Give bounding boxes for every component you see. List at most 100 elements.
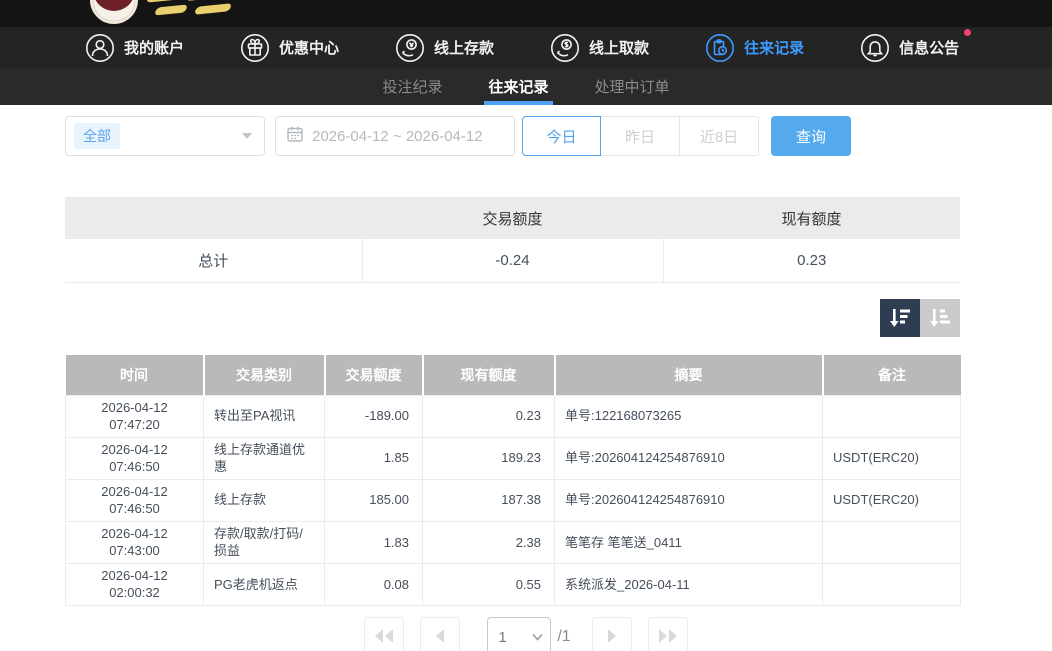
nav-item-transaction-records[interactable]: 往来记录: [705, 33, 804, 63]
cell-balance: 189.23: [423, 437, 555, 479]
site-logo[interactable]: [90, 0, 240, 26]
summary-header-transaction: 交易额度: [362, 197, 663, 239]
logo-mascot-icon: [90, 0, 138, 24]
summary-table: 交易额度 现有额度 总计 -0.24 0.23: [65, 197, 960, 283]
page-select-wrap: 1: [487, 617, 551, 651]
cell-amount: 185.00: [325, 479, 423, 521]
nav-item-announcements[interactable]: 信息公告: [860, 33, 959, 63]
cell-summary: 系统派发_2026-04-11: [555, 563, 823, 605]
search-button[interactable]: 查询: [771, 116, 851, 156]
cell-amount: 0.08: [325, 563, 423, 605]
previous-page-button[interactable]: [420, 617, 460, 651]
logo-script-text: [148, 0, 236, 20]
summary-header-balance: 现有额度: [663, 197, 960, 239]
last-8-days-button[interactable]: 近8日: [680, 116, 759, 156]
quick-range-group: 今日 昨日 近8日: [522, 116, 759, 156]
table-row: 2026-04-12 07:46:50 线上存款通道优惠 1.85 189.23…: [66, 437, 961, 479]
cell-type: 线上存款: [204, 479, 325, 521]
top-bar: [0, 0, 1052, 27]
chevron-down-icon: [242, 133, 252, 139]
sort-ascending-button[interactable]: [920, 299, 960, 337]
total-transaction-value: -0.24: [362, 239, 663, 282]
cell-type: PG老虎机返点: [204, 563, 325, 605]
double-arrow-right-icon: [657, 628, 679, 644]
cell-type: 存款/取款/打码/损益: [204, 521, 325, 563]
nav-item-online-deposit[interactable]: 线上存款: [395, 33, 494, 63]
today-button[interactable]: 今日: [522, 116, 601, 156]
withdraw-icon: [550, 33, 580, 63]
cell-remark: USDT(ERC20): [823, 479, 961, 521]
double-arrow-left-icon: [373, 628, 395, 644]
sort-ascending-icon: [927, 306, 953, 330]
nav-label: 往来记录: [744, 37, 804, 58]
col-header-amount: 交易额度: [325, 355, 423, 395]
cell-amount: -189.00: [325, 395, 423, 437]
tab-processing-orders[interactable]: 处理中订单: [595, 68, 670, 105]
summary-total-row: 总计 -0.24 0.23: [65, 239, 960, 282]
arrow-right-icon: [605, 628, 619, 644]
cell-summary: 笔笔存 笔笔送_0411: [555, 521, 823, 563]
cell-remark: USDT(ERC20): [823, 437, 961, 479]
nav-label: 线上取款: [589, 37, 649, 58]
main-nav: 我的账户 优惠中心 线上存款: [0, 27, 1052, 68]
calendar-icon: [286, 125, 304, 147]
cell-time: 2026-04-12 07:46:50: [66, 437, 204, 479]
table-row: 2026-04-12 07:47:20 转出至PA视讯 -189.00 0.23…: [66, 395, 961, 437]
nav-item-promotions[interactable]: 优惠中心: [240, 33, 339, 63]
tab-betting-records[interactable]: 投注纪录: [382, 68, 442, 105]
nav-label: 信息公告: [899, 37, 959, 58]
col-header-summary: 摘要: [555, 355, 823, 395]
cell-time: 2026-04-12 07:43:00: [66, 521, 204, 563]
transaction-records-page: 我的账户 优惠中心 线上存款: [0, 0, 1052, 651]
sort-controls: [880, 299, 960, 337]
last-page-button[interactable]: [648, 617, 688, 651]
next-page-button[interactable]: [592, 617, 632, 651]
nav-label: 线上存款: [434, 37, 494, 58]
type-filter-select[interactable]: 全部: [65, 116, 265, 156]
nav-item-online-withdrawal[interactable]: 线上取款: [550, 33, 649, 63]
cell-balance: 187.38: [423, 479, 555, 521]
col-header-balance: 现有额度: [423, 355, 555, 395]
user-icon: [85, 33, 115, 63]
first-page-button[interactable]: [364, 617, 404, 651]
cell-remark: [823, 395, 961, 437]
cell-summary: 单号:202604124254876910: [555, 479, 823, 521]
records-header-row: 时间 交易类别 交易额度 现有额度 摘要 备注: [66, 355, 961, 395]
date-range-input[interactable]: 2026-04-12 ~ 2026-04-12: [275, 116, 515, 156]
col-header-type: 交易类别: [204, 355, 325, 395]
sort-descending-icon: [887, 306, 913, 330]
nav-item-my-account[interactable]: 我的账户: [85, 33, 184, 63]
table-row: 2026-04-12 07:46:50 线上存款 185.00 187.38 单…: [66, 479, 961, 521]
sort-descending-button[interactable]: [880, 299, 920, 337]
records-subnav: 投注纪录 往来记录 处理中订单: [0, 68, 1052, 105]
nav-label: 优惠中心: [279, 37, 339, 58]
records-icon: [705, 33, 735, 63]
cell-balance: 2.38: [423, 521, 555, 563]
date-range-value: 2026-04-12 ~ 2026-04-12: [312, 128, 483, 145]
cell-summary: 单号:122168073265: [555, 395, 823, 437]
page-select[interactable]: 1: [487, 617, 551, 651]
nav-label: 我的账户: [124, 37, 184, 58]
deposit-icon: [395, 33, 425, 63]
total-label: 总计: [65, 239, 362, 282]
table-row: 2026-04-12 02:00:32 PG老虎机返点 0.08 0.55 系统…: [66, 563, 961, 605]
cell-time: 2026-04-12 07:46:50: [66, 479, 204, 521]
cell-balance: 0.23: [423, 395, 555, 437]
notification-dot-badge: [964, 29, 971, 36]
arrow-left-icon: [433, 628, 447, 644]
cell-amount: 1.85: [325, 437, 423, 479]
yesterday-button[interactable]: 昨日: [601, 116, 680, 156]
cell-balance: 0.55: [423, 563, 555, 605]
cell-type: 线上存款通道优惠: [204, 437, 325, 479]
tab-transaction-records[interactable]: 往来记录: [488, 68, 548, 105]
records-table: 时间 交易类别 交易额度 现有额度 摘要 备注 2026-04-12 07:47…: [65, 355, 961, 606]
gift-icon: [240, 33, 270, 63]
col-header-remark: 备注: [823, 355, 961, 395]
cell-type: 转出至PA视讯: [204, 395, 325, 437]
cell-time: 2026-04-12 02:00:32: [66, 563, 204, 605]
cell-remark: [823, 521, 961, 563]
total-balance-value: 0.23: [663, 239, 960, 282]
pagination: 1 /1: [0, 617, 1052, 651]
cell-remark: [823, 563, 961, 605]
cell-time: 2026-04-12 07:47:20: [66, 395, 204, 437]
